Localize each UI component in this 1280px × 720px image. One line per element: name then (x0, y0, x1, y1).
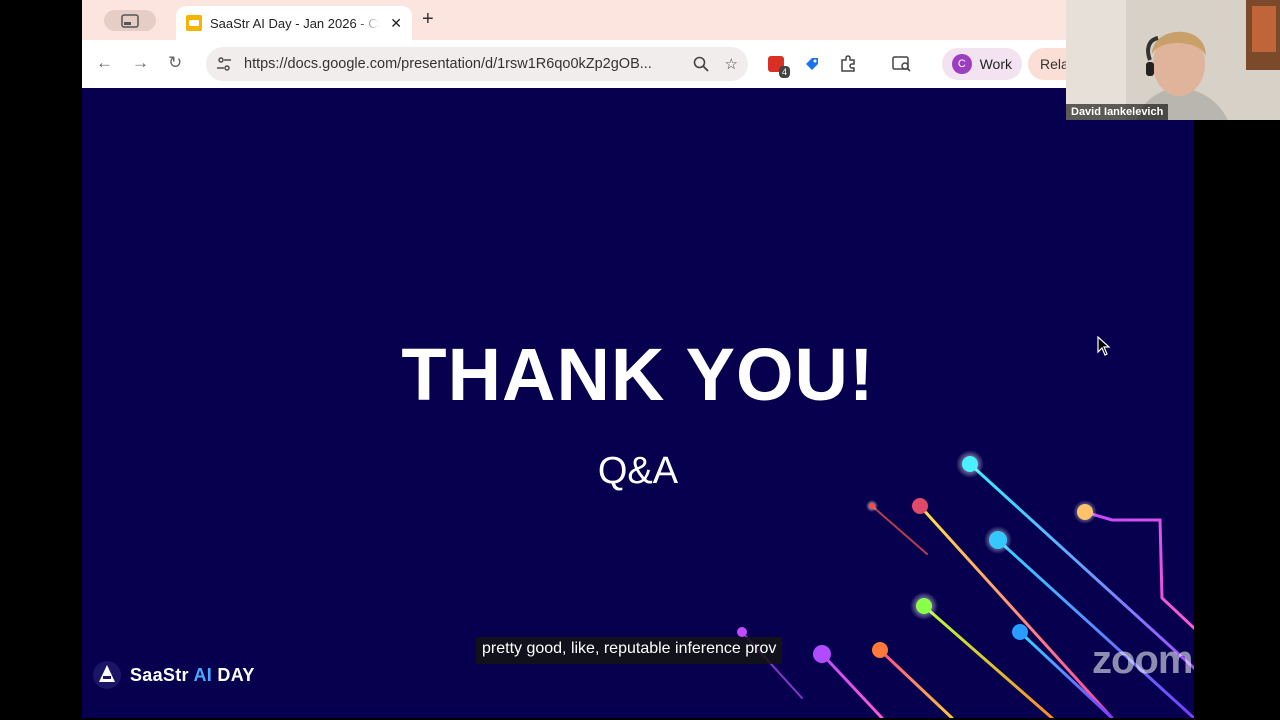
google-slides-icon (186, 15, 202, 31)
logo-brand: SaaStr (130, 664, 189, 685)
logo-day: DAY (217, 664, 255, 685)
participant-video-feed (1066, 0, 1280, 120)
tab-title: SaaStr AI Day - Jan 2026 - Cl (210, 15, 380, 31)
reload-icon[interactable]: ↻ (168, 53, 182, 73)
address-bar[interactable]: https://docs.google.com/presentation/d/1… (206, 47, 748, 81)
zoom-search-icon[interactable] (693, 56, 709, 72)
saastr-logo-icon (93, 661, 121, 689)
extension-calendar-icon[interactable]: 4 (766, 54, 790, 78)
participant-video-tile[interactable]: David Iankelevich (1066, 0, 1280, 120)
logo-text: SaaStr AI DAY (130, 665, 255, 686)
close-tab-icon[interactable]: ✕ (390, 15, 402, 32)
profile-button[interactable]: C Work (942, 48, 1022, 80)
site-settings-icon[interactable] (216, 56, 232, 72)
url-text[interactable]: https://docs.google.com/presentation/d/1… (244, 56, 674, 72)
tab-slides[interactable]: SaaStr AI Day - Jan 2026 - Cl ✕ (176, 6, 412, 40)
forward-icon[interactable]: → (132, 53, 149, 73)
slide-subtitle: Q&A (597, 450, 679, 492)
tab-search-button[interactable] (104, 10, 156, 31)
avatar: C (952, 54, 972, 74)
extension-badge-count: 4 (778, 66, 790, 78)
saastr-ai-day-logo: SaaStr AI DAY (92, 660, 255, 690)
browser-toolbar: ← → ↻ https://docs.google.com/presentati… (82, 40, 1194, 88)
tab-search-icon (121, 13, 139, 28)
participant-name: David Iankelevich (1066, 104, 1169, 120)
profile-name: Work (979, 56, 1012, 72)
browser-window: SaaStr AI Day - Jan 2026 - Cl ✕ + ← → ↻ … (82, 0, 1194, 88)
back-icon[interactable]: ← (96, 53, 113, 73)
screen-search-icon[interactable] (892, 54, 912, 74)
slide-title: THANK YOU! (401, 333, 875, 416)
bookmark-star-icon[interactable]: ☆ (725, 55, 738, 73)
new-tab-button[interactable]: + (422, 9, 434, 29)
presentation-slide: THANK YOU! Q&A SaaStr AI DAY (82, 88, 1194, 718)
extension-tag-icon[interactable] (802, 54, 822, 74)
screen: SaaStr AI Day - Jan 2026 - Cl ✕ + ← → ↻ … (0, 0, 1280, 720)
mouse-cursor-icon (1097, 336, 1111, 356)
logo-ai: AI (193, 664, 213, 685)
extensions-puzzle-icon[interactable] (838, 54, 858, 74)
zoom-watermark: zoom (1092, 638, 1193, 682)
tab-bar: SaaStr AI Day - Jan 2026 - Cl ✕ + (82, 0, 1194, 40)
live-caption: pretty good, like, reputable inference p… (476, 637, 783, 664)
